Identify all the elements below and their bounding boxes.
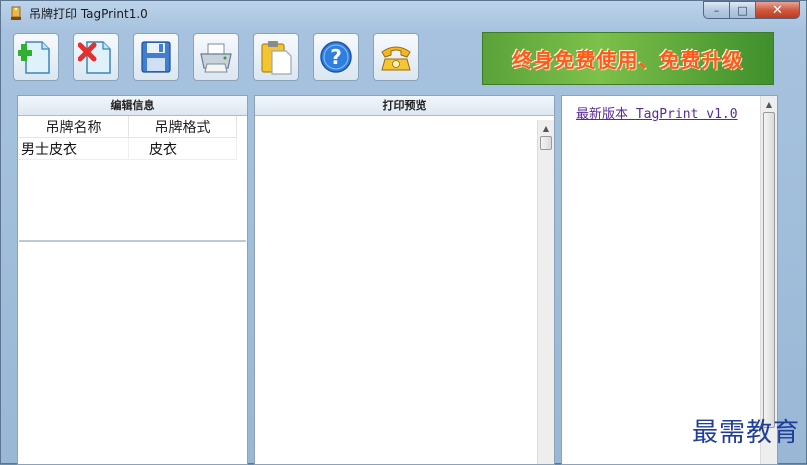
- help-icon: ?: [320, 41, 352, 73]
- edit-panel: 编辑信息 吊牌名称 吊牌格式 男士皮衣 皮衣: [17, 95, 248, 465]
- minimize-button[interactable]: –: [703, 1, 730, 19]
- scroll-up-arrow-icon[interactable]: ▲: [761, 96, 777, 112]
- delete-document-icon: [78, 41, 111, 74]
- watermark: 最需教育: [691, 418, 800, 448]
- tag-grid[interactable]: 吊牌名称 吊牌格式 男士皮衣 皮衣: [19, 116, 246, 242]
- grid-header-row: 吊牌名称 吊牌格式: [19, 116, 246, 138]
- print-button[interactable]: [193, 33, 239, 81]
- preview-panel: 打印预览 ▲: [254, 95, 555, 465]
- promo-banner[interactable]: 终身免费使用、免费升级: [482, 32, 774, 85]
- edit-panel-header: 编辑信息: [18, 96, 247, 116]
- floppy-disk-icon: [141, 41, 171, 73]
- contact-button[interactable]: [373, 33, 419, 81]
- clipboard-icon: [261, 41, 292, 75]
- latest-version-link[interactable]: 最新版本 TagPrint v1.0: [576, 103, 738, 122]
- banner-text: 终身免费使用、免费升级: [512, 48, 744, 72]
- paste-button[interactable]: [253, 33, 299, 81]
- column-header-format[interactable]: 吊牌格式: [129, 116, 237, 138]
- cell-tag-format[interactable]: 皮衣: [129, 138, 237, 160]
- preview-scrollbar[interactable]: ▲: [537, 120, 554, 464]
- table-row[interactable]: 男士皮衣 皮衣: [19, 138, 246, 160]
- toolbar: ? 终身免费使用、免费升级: [9, 27, 800, 89]
- telephone-icon: [381, 46, 411, 71]
- window-title: 吊牌打印 TagPrint1.0: [29, 7, 148, 21]
- app-icon: [11, 6, 21, 20]
- close-button[interactable]: ✕: [756, 1, 800, 19]
- svg-text:?: ?: [330, 45, 342, 69]
- title-bar[interactable]: 吊牌打印 TagPrint1.0 – □ ✕: [1, 1, 806, 25]
- scroll-thumb[interactable]: [540, 136, 552, 150]
- cell-tag-name[interactable]: 男士皮衣: [19, 138, 129, 160]
- add-document-icon: [18, 41, 50, 74]
- maximize-button[interactable]: □: [730, 1, 756, 19]
- add-button[interactable]: [13, 33, 59, 81]
- printer-icon: [200, 43, 232, 73]
- save-button[interactable]: [133, 33, 179, 81]
- window-controls: – □ ✕: [703, 1, 800, 21]
- preview-panel-header: 打印预览: [255, 96, 554, 116]
- app-window: 吊牌打印 TagPrint1.0 – □ ✕ ? 终身免费使用、免费升级 编辑信…: [0, 0, 807, 465]
- scroll-up-arrow-icon[interactable]: ▲: [538, 120, 554, 136]
- delete-button[interactable]: [73, 33, 119, 81]
- column-header-name[interactable]: 吊牌名称: [19, 116, 129, 138]
- help-button[interactable]: ?: [313, 33, 359, 81]
- scroll-thumb[interactable]: [763, 112, 775, 428]
- info-panel: 最新版本 TagPrint v1.0 ▲: [561, 95, 778, 465]
- info-scrollbar[interactable]: ▲: [760, 96, 777, 464]
